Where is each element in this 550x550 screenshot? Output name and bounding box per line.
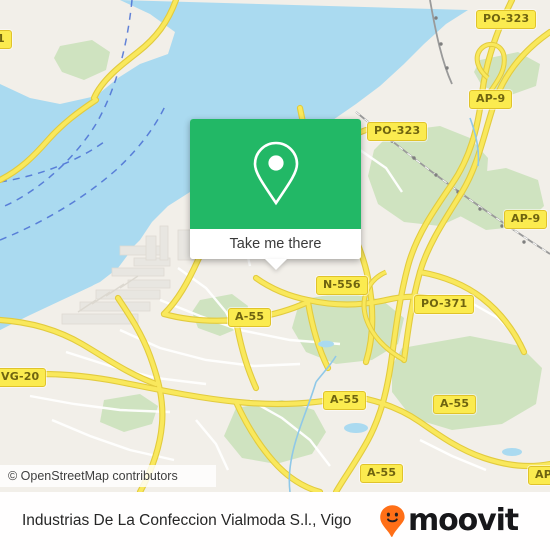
- moovit-logo[interactable]: moovit: [379, 504, 536, 538]
- take-me-there-popup[interactable]: Take me there: [190, 119, 361, 270]
- moovit-pin-smiley-icon: [380, 505, 405, 537]
- attribution-text: © OpenStreetMap contributors: [8, 469, 178, 483]
- road-shield: 1: [0, 30, 12, 49]
- map-screenshot: 1 PO-323 AP-9 PO-323 AP-9 N-556 PO-371 A…: [0, 0, 550, 550]
- footer-bar: Industrias De La Confeccion Vialmoda S.l…: [0, 492, 550, 550]
- road-shield: AP-9: [528, 466, 550, 485]
- road-shield: VG-20: [0, 368, 47, 387]
- road-shield: A-55: [323, 391, 367, 410]
- road-shield: PO-323: [367, 122, 428, 141]
- road-shield: N-556: [316, 276, 368, 295]
- popup-action-label: Take me there: [229, 236, 322, 252]
- moovit-wordmark: moovit: [407, 503, 519, 538]
- road-shield: A-55: [433, 395, 477, 414]
- road-shield: A-55: [228, 308, 272, 327]
- road-shield: AP-9: [504, 210, 548, 229]
- place-title: Industrias De La Confeccion Vialmoda S.l…: [22, 512, 352, 529]
- map-pin-icon: [253, 141, 298, 206]
- road-shield: AP-9: [469, 90, 513, 109]
- popup-pointer-tail: [264, 259, 287, 270]
- road-shield: PO-323: [476, 10, 537, 29]
- road-shield: A-55: [360, 464, 404, 483]
- popup-action-bar[interactable]: Take me there: [190, 229, 361, 259]
- map-attribution: © OpenStreetMap contributors: [0, 465, 216, 487]
- road-shield: PO-371: [414, 295, 475, 314]
- popup-image-area: [190, 119, 361, 229]
